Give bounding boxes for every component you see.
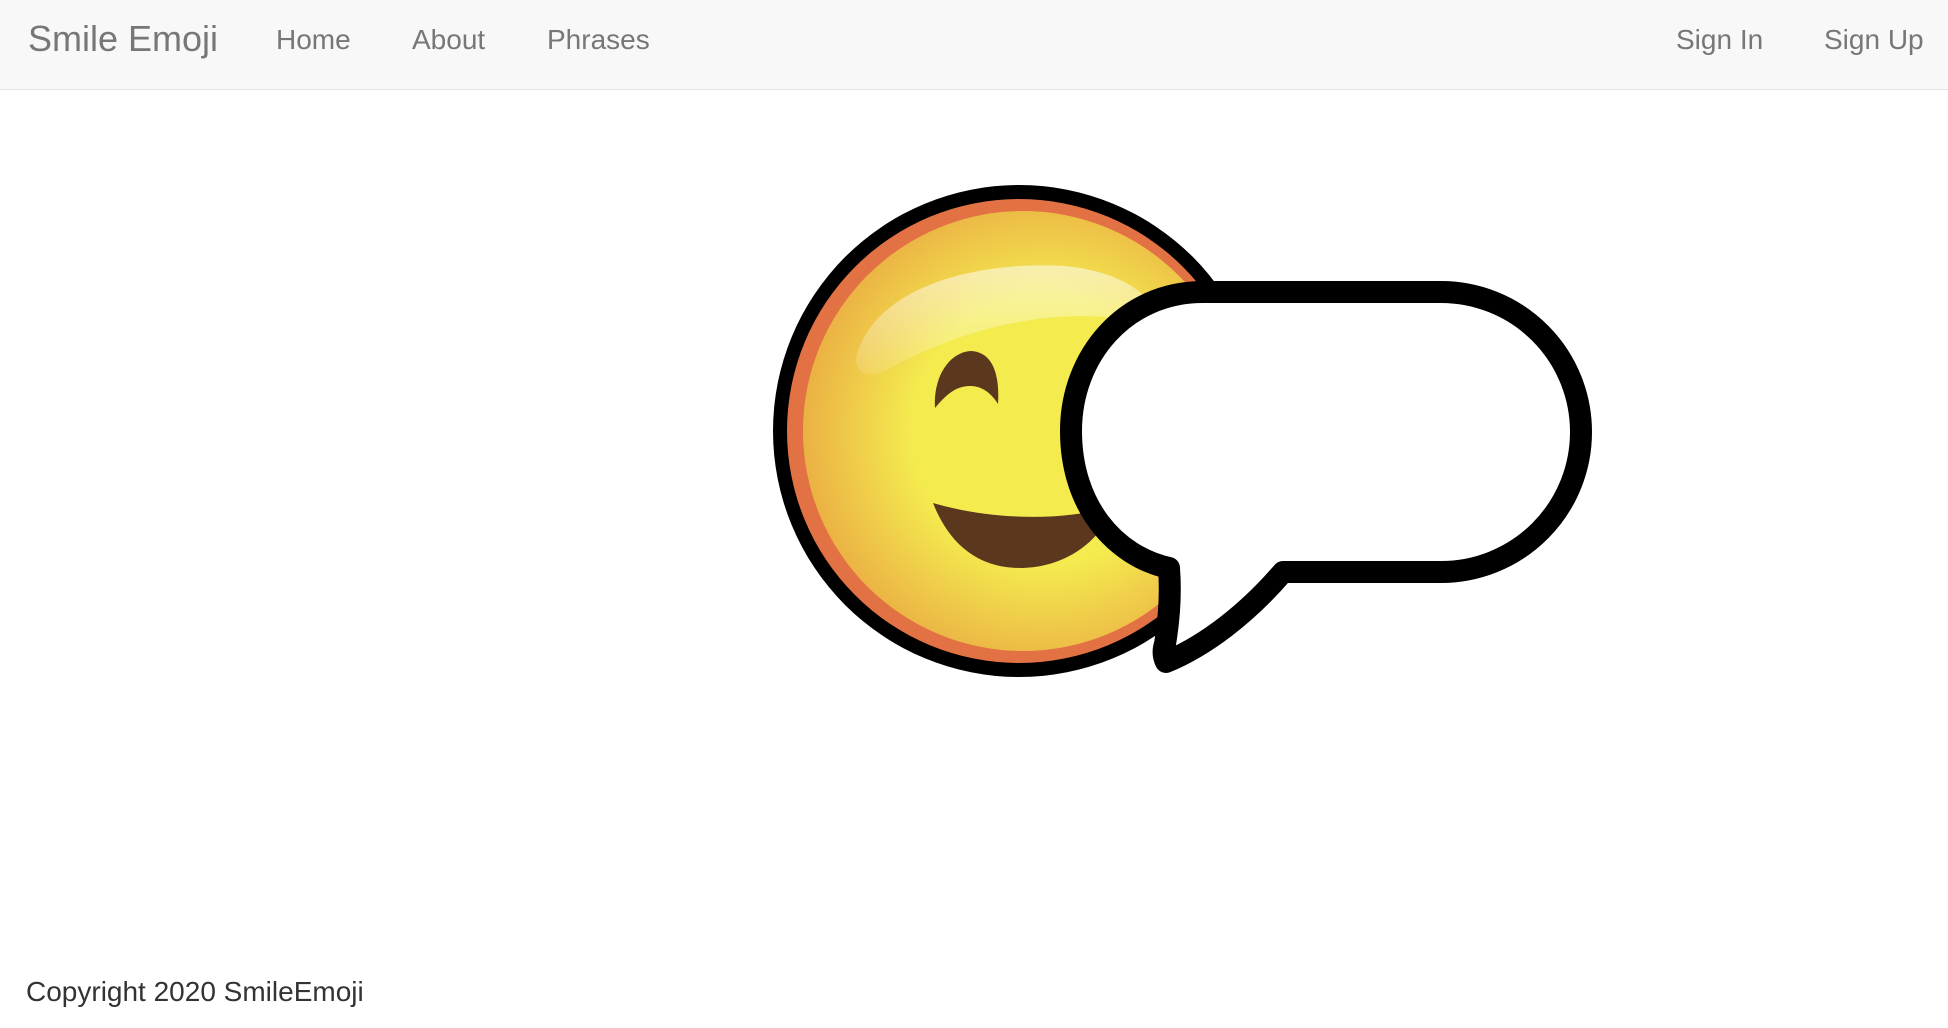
hero-image: [765, 176, 1605, 686]
nav-link-home[interactable]: Home: [276, 20, 351, 60]
nav-link-sign-in[interactable]: Sign In: [1676, 20, 1763, 60]
brand-link[interactable]: Smile Emoji: [28, 19, 218, 59]
nav-link-sign-up[interactable]: Sign Up: [1824, 20, 1924, 60]
top-navbar: Smile Emoji Home About Phrases Sign In S…: [0, 0, 1948, 90]
nav-link-phrases[interactable]: Phrases: [547, 20, 650, 60]
smiley-with-speech-bubble-icon: [773, 185, 1592, 677]
footer-copyright: Copyright 2020 SmileEmoji: [26, 976, 364, 1007]
nav-link-about[interactable]: About: [412, 20, 485, 60]
